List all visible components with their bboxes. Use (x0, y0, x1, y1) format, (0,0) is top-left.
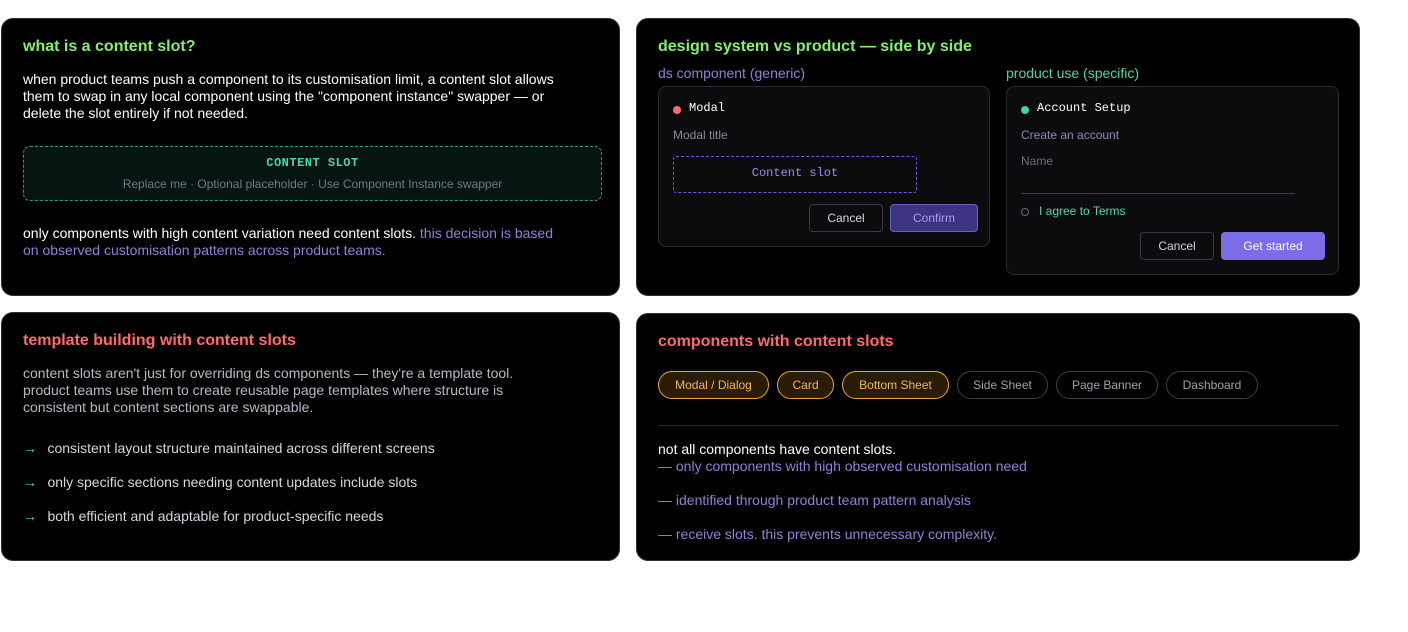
content-slot-title: CONTENT SLOT (266, 156, 359, 170)
arrow-right-icon: → (23, 474, 37, 490)
list-item-text: consistent layout structure maintained a… (47, 440, 435, 456)
modal-name: Account Setup (1037, 101, 1131, 115)
modal-subtitle: Modal title (673, 128, 728, 142)
note-line: — identified through product team patter… (658, 492, 971, 508)
chip-dashboard[interactable]: Dashboard (1166, 371, 1258, 399)
name-field[interactable] (1021, 193, 1295, 194)
confirm-button[interactable]: Confirm (890, 204, 978, 232)
content-slot-placeholder: CONTENT SLOT Replace me · Optional place… (23, 146, 602, 201)
card-body-line: them to swap in any local component usin… (23, 88, 545, 104)
card-title: components with content slots (658, 333, 894, 350)
footer-white-text: only components with high content variat… (23, 225, 417, 241)
arrow-right-icon: → (23, 508, 37, 524)
name-field-label: Name (1021, 154, 1054, 168)
card-body-line: content slots aren't just for overriding… (23, 365, 514, 381)
chip-card[interactable]: Card (777, 371, 834, 399)
footer-muted-text: this decision is based (419, 225, 553, 241)
side-by-side-comparison-card: design system vs product — side by side … (636, 18, 1360, 296)
template-building-card: template building with content slots con… (1, 312, 620, 561)
card-body-line: delete the slot entirely if not needed. (23, 105, 248, 121)
terms-checkbox[interactable] (1021, 208, 1029, 216)
note-heading: not all components have content slots. (658, 441, 897, 457)
list-item-text: both efficient and adaptable for product… (47, 508, 384, 524)
chip-modal-dialog[interactable]: Modal / Dialog (658, 371, 769, 399)
content-slot-area: Content slot (673, 156, 917, 193)
components-with-slots-card: components with content slots Modal / Di… (636, 313, 1360, 561)
cancel-button[interactable]: Cancel (809, 204, 883, 232)
list-item: → consistent layout structure maintained… (23, 440, 435, 458)
card-body-line: product teams use them to create reusabl… (23, 382, 504, 398)
ds-component-label: ds component (generic) (658, 65, 806, 81)
chip-side-sheet[interactable]: Side Sheet (957, 371, 1048, 399)
modal-name: Modal (689, 101, 726, 115)
card-title: design system vs product — side by side (658, 38, 972, 55)
note-line: — only components with high observed cus… (658, 458, 1027, 474)
status-dot-icon (673, 106, 681, 114)
divider (658, 425, 1339, 426)
arrow-right-icon: → (23, 440, 37, 456)
card-footer-line: only components with high content variat… (23, 225, 553, 242)
list-item-text: only specific sections needing content u… (47, 474, 418, 490)
footer-muted-text: on observed customisation patterns acros… (23, 242, 386, 258)
content-slot-subtitle: Replace me · Optional placeholder · Use … (122, 177, 503, 191)
chip-bottom-sheet[interactable]: Bottom Sheet (842, 371, 949, 399)
modal-subtitle: Create an account (1021, 128, 1120, 142)
card-body-line: consistent but content sections are swap… (23, 399, 314, 415)
status-dot-icon (1021, 106, 1029, 114)
ds-modal-preview: Modal Modal title Content slot Cancel Co… (658, 86, 990, 247)
list-item: → only specific sections needing content… (23, 474, 417, 492)
list-item: → both efficient and adaptable for produ… (23, 508, 383, 526)
card-title: what is a content slot? (23, 38, 196, 55)
chip-page-banner[interactable]: Page Banner (1056, 371, 1158, 399)
terms-checkbox-label: I agree to Terms (1039, 204, 1126, 218)
get-started-button[interactable]: Get started (1221, 232, 1325, 260)
cancel-button[interactable]: Cancel (1140, 232, 1214, 260)
product-modal-preview: Account Setup Create an account Name I a… (1006, 86, 1339, 275)
note-line: — receive slots. this prevents unnecessa… (658, 526, 997, 542)
card-body-line: when product teams push a component to i… (23, 71, 554, 87)
product-use-label: product use (specific) (1006, 65, 1140, 81)
content-slot-definition-card: what is a content slot? when product tea… (1, 18, 620, 296)
card-title: template building with content slots (23, 332, 296, 349)
